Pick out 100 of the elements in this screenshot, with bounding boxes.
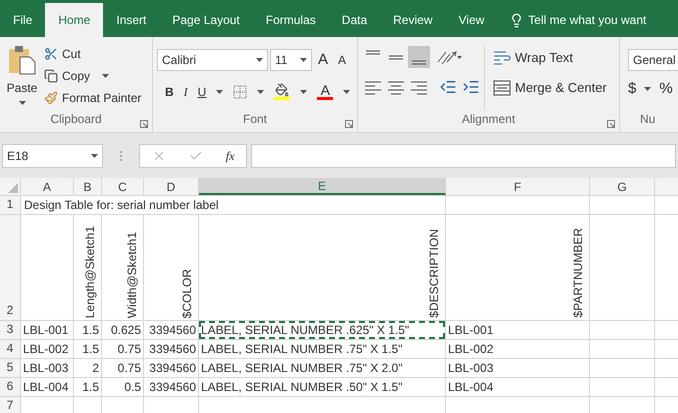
table-cell-text: LABEL, SERIAL NUMBER .75" X 2.0" <box>201 360 402 377</box>
ribbon-tab[interactable]: File <box>0 3 46 37</box>
ribbon-tab[interactable]: Data <box>328 3 380 37</box>
ribbon-tab[interactable]: Home <box>45 3 104 37</box>
format-painter-button[interactable]: Format Painter <box>44 89 142 107</box>
caret-icon[interactable] <box>216 90 224 94</box>
table-cell-text: LBL-003 <box>448 360 494 377</box>
row-header[interactable]: 5 <box>0 359 21 377</box>
table-cell-text: LBL-001 <box>448 322 494 339</box>
cut-button[interactable]: Cut <box>44 45 142 63</box>
dialog-launcher-icon[interactable] <box>607 120 615 128</box>
caret-icon[interactable] <box>300 58 307 62</box>
row-header[interactable]: 2 <box>0 215 21 320</box>
bold-button[interactable]: B <box>165 82 174 100</box>
table-cell-text: LABEL, SERIAL NUMBER .625" X 1.5" <box>201 322 410 339</box>
caret-icon[interactable] <box>644 86 652 90</box>
fill-color-icon[interactable] <box>275 83 290 97</box>
formula-field[interactable] <box>251 144 676 168</box>
ribbon-tab[interactable]: Review <box>380 3 446 37</box>
table-cell-text: Width@Sketch1 <box>124 232 140 318</box>
table-cell-text: 0.75 <box>118 341 141 358</box>
group-label: Alignment <box>462 111 516 128</box>
group-label: Font <box>242 111 267 128</box>
increase-indent-icon[interactable] <box>462 78 480 96</box>
table-cell-text: 0.75 <box>118 360 141 377</box>
table-cell-text: 2 <box>92 360 99 377</box>
bottom-align-icon[interactable] <box>408 46 430 68</box>
ribbon-tab[interactable]: Formulas <box>252 3 329 37</box>
caret-icon[interactable] <box>18 101 26 105</box>
table-cell-text: LBL-004 <box>448 379 494 396</box>
copy-icon <box>44 69 58 83</box>
column-header[interactable]: G <box>590 178 655 195</box>
caret-icon[interactable] <box>256 58 263 62</box>
copy-button[interactable]: Copy <box>44 67 142 85</box>
table-cell-text: $PARTNUMBER <box>570 228 586 318</box>
percent-button[interactable]: % <box>659 81 673 96</box>
paintbrush-icon <box>44 91 58 105</box>
shrink-font-button[interactable]: A <box>334 51 350 70</box>
wrap-text-icon <box>493 50 511 66</box>
column-header[interactable]: A <box>21 178 74 195</box>
table-cell-text: 3394560 <box>149 360 196 377</box>
column-header[interactable]: B <box>74 178 102 195</box>
caret-icon[interactable] <box>257 90 264 94</box>
font-color-bar <box>317 97 334 100</box>
table-cell-text: 1.5 <box>82 322 99 339</box>
row-header[interactable]: 4 <box>0 340 21 358</box>
table-cell-text: LBL-001 <box>23 322 68 339</box>
font-size-field[interactable]: 11 <box>270 49 312 72</box>
row-header[interactable]: 7 <box>0 397 21 413</box>
merge-center-button[interactable]: Merge & Center <box>493 78 619 98</box>
grow-font-button[interactable]: A <box>314 49 332 72</box>
grip-icon <box>119 150 123 162</box>
table-cell-text: Length@Sketch1 <box>82 226 98 318</box>
row-header[interactable]: 3 <box>0 321 21 339</box>
merge-cells-icon <box>493 80 511 96</box>
table-cell-text: 3394560 <box>149 341 196 358</box>
row-header[interactable]: 1 <box>0 196 21 214</box>
row-header[interactable]: 6 <box>0 378 21 396</box>
column-header[interactable]: C <box>102 178 144 195</box>
caret-icon[interactable] <box>91 154 98 158</box>
table-cell-text: LBL-004 <box>23 379 68 396</box>
table-cell-text: LBL-003 <box>23 360 68 377</box>
group-label: Clipboard <box>50 111 102 128</box>
wrap-text-button[interactable]: Wrap Text <box>493 48 619 68</box>
table-cell-text: $COLOR <box>179 268 195 318</box>
dialog-launcher-icon[interactable] <box>345 120 353 128</box>
currency-button[interactable]: $ <box>628 81 636 96</box>
borders-icon[interactable] <box>233 84 248 98</box>
table-cell-text: 3394560 <box>149 322 196 339</box>
table-cell-text: LBL-002 <box>448 341 494 358</box>
insert-function-button[interactable]: fx <box>226 146 234 164</box>
table-cell-text: LBL-002 <box>23 341 68 358</box>
table-cell-text: $DESCRIPTION <box>426 229 442 318</box>
number-format-field[interactable]: General <box>628 49 678 71</box>
paste-button[interactable]: Paste <box>0 45 40 110</box>
ribbon-tab[interactable]: Insert <box>103 3 160 37</box>
caret-icon[interactable] <box>343 90 350 94</box>
decrease-indent-icon[interactable] <box>439 78 457 96</box>
tell-me-field[interactable]: Tell me what you want <box>528 11 646 29</box>
table-cell-text: LABEL, SERIAL NUMBER .50" X 1.5" <box>201 379 402 396</box>
clipboard-icon <box>8 45 36 75</box>
group-label: Nu <box>639 111 656 128</box>
caret-icon[interactable] <box>300 90 308 94</box>
name-box[interactable]: E18 <box>2 144 103 168</box>
ribbon-tab[interactable]: View <box>446 3 498 37</box>
italic-button[interactable]: I <box>184 82 188 100</box>
column-header[interactable]: F <box>446 178 590 195</box>
font-name-field[interactable]: Calibri <box>157 49 268 72</box>
table-cell-text: 1.5 <box>82 379 99 396</box>
table-cell-text: 0.625 <box>110 322 141 339</box>
table-cell-text: 3394560 <box>149 379 196 396</box>
underline-button[interactable]: U <box>198 82 206 100</box>
column-header[interactable]: E <box>199 178 446 195</box>
scissors-icon <box>44 47 58 61</box>
table-cell-text: 1.5 <box>82 341 99 358</box>
ribbon-tab[interactable]: Page Layout <box>159 3 253 37</box>
caret-icon[interactable] <box>102 74 110 78</box>
font-color-button[interactable]: A <box>320 83 330 97</box>
table-cell-text: 0.5 <box>124 379 141 396</box>
dialog-launcher-icon[interactable] <box>140 120 148 128</box>
